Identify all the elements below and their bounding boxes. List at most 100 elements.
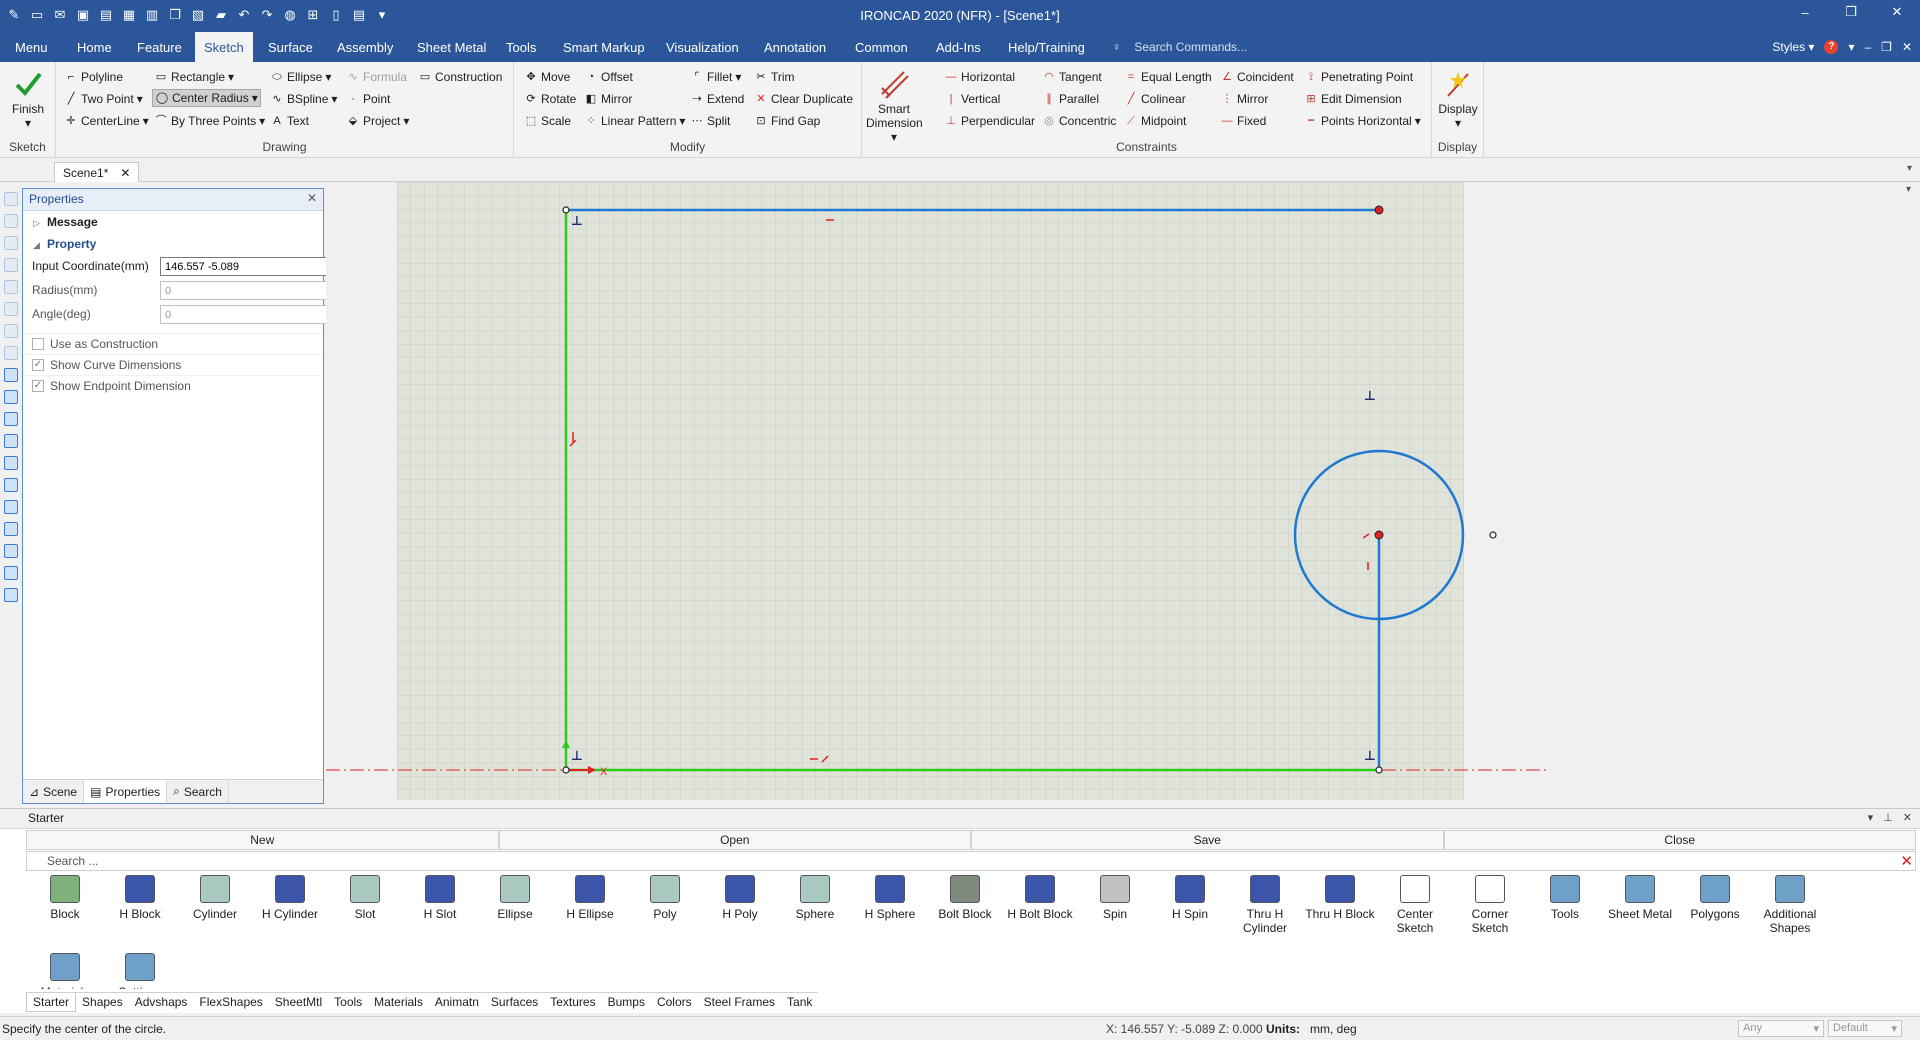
ellipse-button[interactable]: ⬭ Ellipse ▾ [270, 68, 331, 86]
catalog-tab-shapes[interactable]: Shapes [76, 993, 129, 1012]
by-three-points-button[interactable]: ⌒ By Three Points ▾ [154, 112, 266, 130]
catalog-shape-h-poly[interactable]: H Poly [705, 875, 775, 921]
display-button[interactable]: Display ▾ [1436, 68, 1480, 130]
project-button[interactable]: ⬙ Project ▾ [346, 112, 410, 130]
tool-icon-14[interactable] [4, 478, 18, 492]
catalog-shape-poly[interactable]: Poly [630, 875, 700, 921]
footer-tab-scene[interactable]: ⊿ Scene [23, 780, 85, 803]
tab-list-dropdown-icon[interactable]: ▾ [1907, 163, 1912, 174]
style-select[interactable]: Default ▾ [1828, 1020, 1902, 1037]
find-gap-button[interactable]: ⊡ Find Gap [754, 112, 820, 130]
search-commands[interactable]: ♀ Search Commands... [1112, 40, 1247, 54]
tab-tools[interactable]: Tools [497, 32, 545, 62]
formula-button[interactable]: ∿ Formula [346, 68, 407, 86]
tool-icon-13[interactable] [4, 456, 18, 470]
coincident-button[interactable]: ∠ Coincident [1220, 68, 1294, 86]
radius-field[interactable] [160, 281, 338, 300]
catalog-tab-tank[interactable]: Tank [781, 993, 818, 1012]
endpoint[interactable] [562, 206, 570, 214]
equal-length-button[interactable]: = Equal Length [1124, 68, 1212, 86]
catalog-shape-block[interactable]: Block [30, 875, 100, 921]
catalog-tab-textures[interactable]: Textures [544, 993, 601, 1012]
tab-sketch[interactable]: Sketch [195, 32, 253, 62]
doc-tab-scene1[interactable]: Scene1* ✕ [54, 162, 140, 182]
catalog-shape-cylinder[interactable]: Cylinder [180, 875, 250, 921]
fixed-button[interactable]: — Fixed [1220, 112, 1267, 130]
tool-icon-17[interactable] [4, 544, 18, 558]
catalog-save-button[interactable]: Save [971, 830, 1444, 850]
ribbon-close-icon[interactable]: ✕ [1902, 40, 1912, 54]
tab-help-training[interactable]: Help/Training [999, 32, 1094, 62]
help-icon[interactable]: ? [1824, 40, 1839, 54]
catalog-tab-sheetmtl[interactable]: SheetMtl [269, 993, 328, 1012]
input-coordinate-field[interactable] [160, 257, 338, 276]
rectangle-button[interactable]: ▭ Rectangle ▾ [154, 68, 234, 86]
constraint-mirror-button[interactable]: ⋮ Mirror [1220, 90, 1269, 108]
points-horizontal-button[interactable]: ┅ Points Horizontal ▾ [1304, 112, 1421, 130]
catalog-shape-thru-h-block[interactable]: Thru H Block [1305, 875, 1375, 921]
catalog-shape-center-sketch[interactable]: Center Sketch [1380, 875, 1450, 935]
minimize-icon[interactable]: – [1782, 0, 1828, 24]
endpoint[interactable] [1375, 766, 1383, 774]
perpendicular-button[interactable]: ⊥ Perpendicular [944, 112, 1035, 130]
catalog-shape-h-ellipse[interactable]: H Ellipse [555, 875, 625, 921]
use-as-construction-row[interactable]: Use as Construction [23, 333, 323, 354]
ribbon-restore-icon[interactable]: ❐ [1881, 40, 1892, 54]
extend-button[interactable]: ⇢ Extend [690, 90, 744, 108]
catalog-tab-surfaces[interactable]: Surfaces [485, 993, 544, 1012]
catalog-tab-starter[interactable]: Starter [26, 993, 77, 1012]
tab-common[interactable]: Common [846, 32, 917, 62]
catalog-shape-thru-h-cylinder[interactable]: Thru H Cylinder [1230, 875, 1300, 935]
tool-icon-16[interactable] [4, 522, 18, 536]
footer-tab-properties[interactable]: ▤ Properties [84, 780, 168, 803]
tab-annotation[interactable]: Annotation [755, 32, 835, 62]
tab-surface[interactable]: Surface [259, 32, 322, 62]
tool-icon-19[interactable] [4, 588, 18, 602]
catalog-shape-corner-sketch[interactable]: Corner Sketch [1455, 875, 1525, 935]
smart-dimension-button[interactable]: Smart Dimension ▾ [866, 68, 923, 144]
catalog-tab-steel-frames[interactable]: Steel Frames [698, 993, 781, 1012]
vertical-button[interactable]: | Vertical [944, 90, 1001, 108]
show-curve-dimensions-checkbox[interactable]: ✓ [32, 359, 44, 371]
catalog-tab-materials[interactable]: Materials [368, 993, 429, 1012]
tab-sheet-metal[interactable]: Sheet Metal [408, 32, 495, 62]
catalog-tab-flexshapes[interactable]: FlexShapes [193, 993, 268, 1012]
tool-icon-8[interactable] [4, 346, 18, 360]
finish-button[interactable]: Finish ▾ [6, 68, 50, 130]
catalog-shape-h-cylinder[interactable]: H Cylinder [255, 875, 325, 921]
fillet-button[interactable]: ⌜ Fillet ▾ [690, 68, 741, 86]
footer-tab-search[interactable]: ⌕ Search [167, 780, 229, 803]
construction-button[interactable]: ▭ Construction [418, 68, 503, 86]
linear-pattern-button[interactable]: ⁘ Linear Pattern ▾ [584, 112, 685, 130]
catalog-open-button[interactable]: Open [498, 830, 971, 850]
tool-icon-10[interactable] [4, 390, 18, 404]
point-button[interactable]: · Point [346, 90, 390, 108]
catalog-shape-spin[interactable]: Spin [1080, 875, 1150, 921]
property-section[interactable]: ◢ Property [23, 233, 323, 255]
tool-icon-11[interactable] [4, 412, 18, 426]
tool-icon-18[interactable] [4, 566, 18, 580]
panel-dropdown-icon[interactable]: ▾ [1906, 184, 1911, 195]
split-button[interactable]: ⋯ Split [690, 112, 731, 130]
tool-icon-3[interactable] [4, 236, 18, 250]
tool-icon-5[interactable] [4, 280, 18, 294]
catalog-shape-bolt-block[interactable]: Bolt Block [930, 875, 1000, 921]
catalog-shape-settings[interactable]: Settings [105, 953, 175, 989]
maximize-icon[interactable]: ❐ [1828, 0, 1874, 24]
catalog-tab-tools[interactable]: Tools [328, 993, 368, 1012]
catalog-search-input[interactable]: Search ... ✕ [26, 851, 1916, 871]
help-dropdown-icon[interactable]: ▾ [1848, 40, 1854, 54]
catalog-tab-animatn[interactable]: Animatn [429, 993, 485, 1012]
catalog-shape-polygons[interactable]: Polygons [1680, 875, 1750, 921]
catalog-close-icon[interactable]: ✕ [1903, 811, 1912, 824]
selection-filter-select[interactable]: Any ▾ [1738, 1020, 1824, 1037]
angle-field[interactable] [160, 305, 338, 324]
catalog-new-button[interactable]: New [26, 830, 499, 850]
tab-menu[interactable]: Menu [6, 32, 57, 62]
center-radius-button[interactable]: ◯ Center Radius ▾ [152, 89, 261, 107]
edit-dimension-button[interactable]: ⊞ Edit Dimension [1304, 90, 1401, 108]
styles-button[interactable]: Styles ▾ [1772, 40, 1814, 54]
catalog-shape-additional-shapes[interactable]: Additional Shapes [1755, 875, 1825, 935]
tool-icon-9[interactable] [4, 368, 18, 382]
tab-feature[interactable]: Feature [128, 32, 191, 62]
